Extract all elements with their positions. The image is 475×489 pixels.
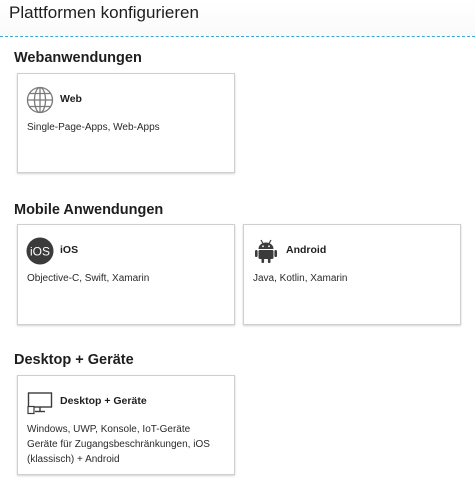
section-heading-web: Webanwendungen <box>14 50 142 66</box>
platform-card-description: Java, Kotlin, Xamarin <box>253 273 348 284</box>
desktop-monitor-icon <box>27 392 53 415</box>
platform-card-description: Objective-C, Swift, Xamarin <box>27 273 150 284</box>
page-header: Plattformen konfigurieren <box>0 0 475 37</box>
description-line: Windows, UWP, Konsole, IoT-Geräte <box>27 424 191 435</box>
page-title: Plattformen konfigurieren <box>9 3 199 22</box>
platform-card-ios[interactable]: iOS iOS Objective-C, Swift, Xamarin <box>17 224 235 325</box>
globe-icon <box>26 86 54 114</box>
android-icon <box>255 239 277 263</box>
svg-text:iOS: iOS <box>30 245 50 259</box>
platform-card-title: Web <box>60 93 82 105</box>
description-line: Geräte für Zugangsbeschränkungen, iOS <box>27 439 210 450</box>
ios-icon: iOS <box>26 237 54 265</box>
platform-card-description: Single-Page-Apps, Web-Apps <box>27 122 160 133</box>
platform-card-web[interactable]: Web Single-Page-Apps, Web-Apps <box>17 73 235 173</box>
platform-card-title: iOS <box>60 244 79 256</box>
platform-card-title: Android <box>286 244 327 256</box>
platform-card-desktop[interactable]: Desktop + Geräte Windows, UWP, Konsole, … <box>17 375 235 475</box>
section-heading-desktop: Desktop + Geräte <box>14 352 134 368</box>
platform-card-title: Desktop + Geräte <box>60 395 147 407</box>
section-heading-mobile: Mobile Anwendungen <box>14 202 164 218</box>
description-line: (klassisch) + Android <box>27 454 120 465</box>
platform-card-description: Windows, UWP, Konsole, IoT-Geräte Geräte… <box>27 422 226 467</box>
platform-card-android[interactable]: Android Java, Kotlin, Xamarin <box>243 224 461 325</box>
